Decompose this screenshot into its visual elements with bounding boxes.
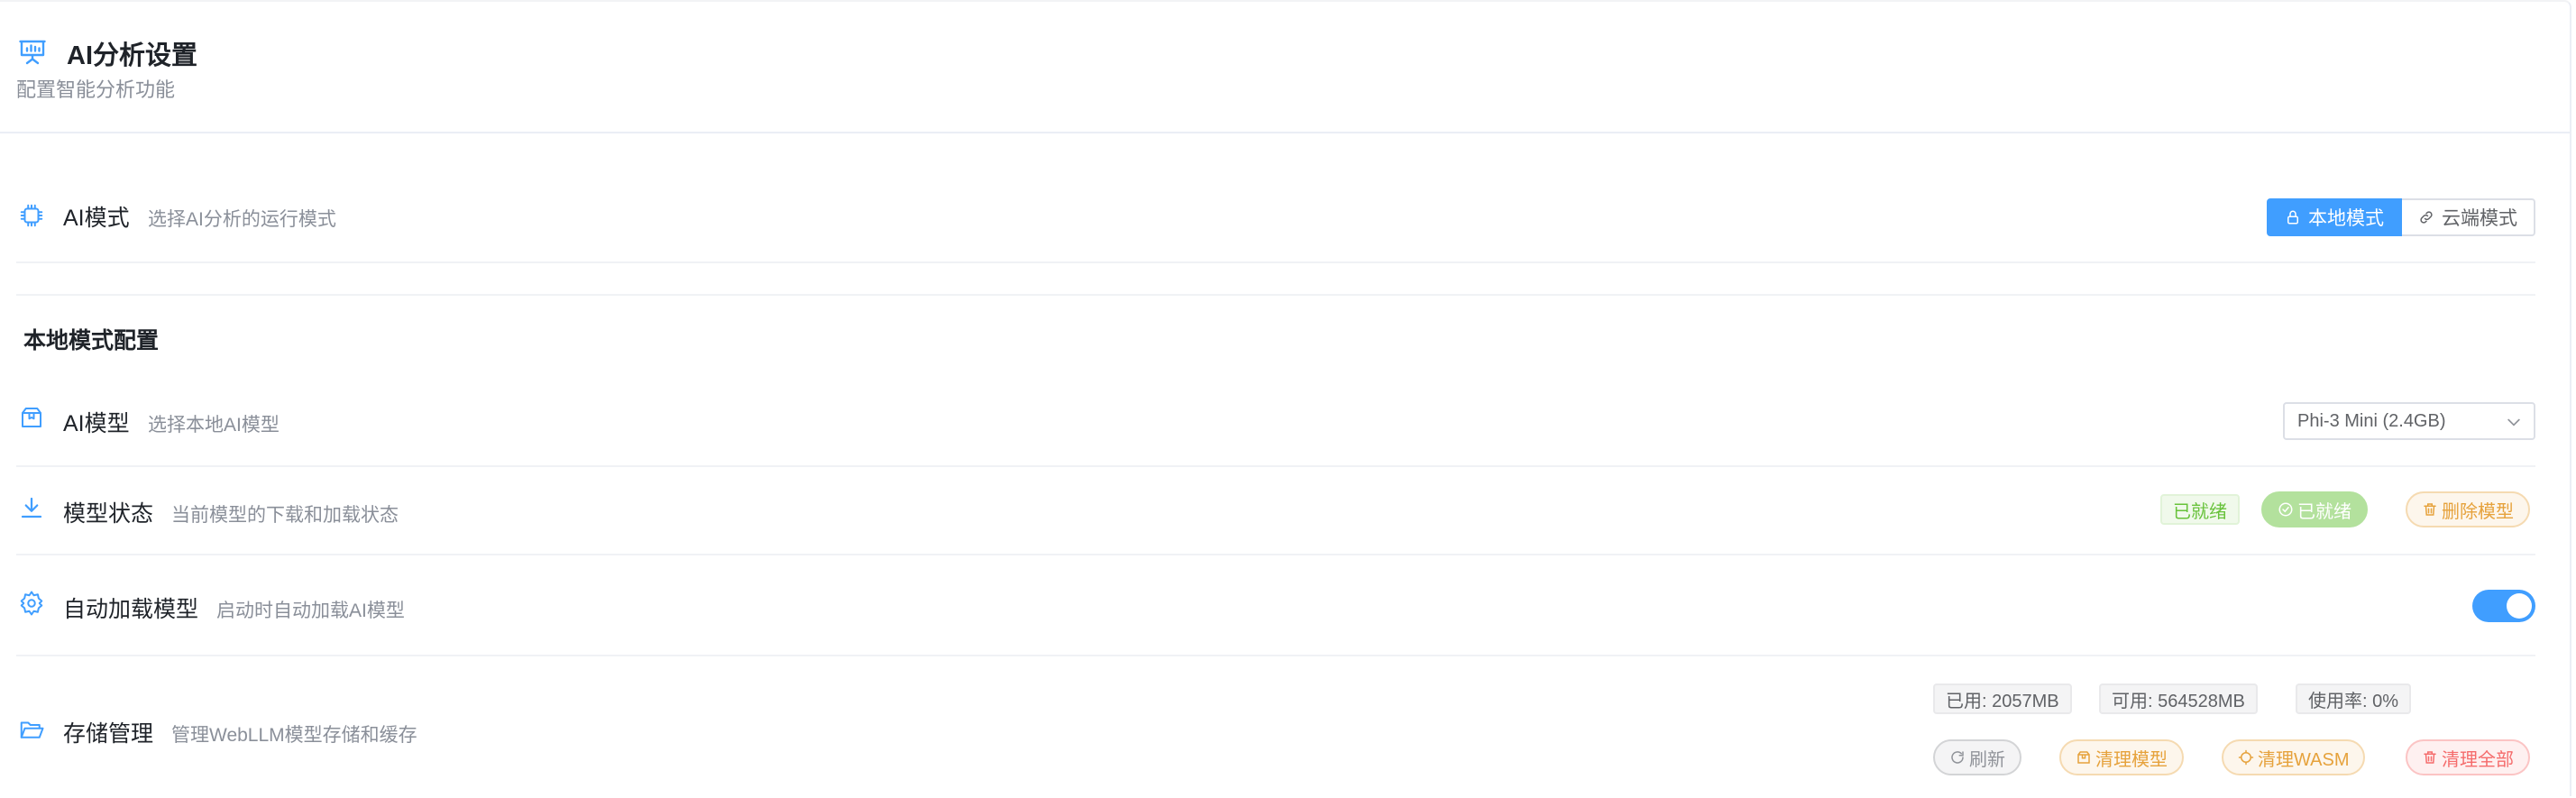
ai-mode-desc: 选择AI分析的运行模式 xyxy=(148,209,336,230)
ai-model-row: AI模型 选择本地AI模型 Phi-3 Mini (2.4GB) xyxy=(16,381,2535,467)
ai-mode-title: AI模式 xyxy=(63,206,130,231)
refresh-button[interactable]: 刷新 xyxy=(1933,739,2021,775)
clear-all-label: 清理全部 xyxy=(2442,749,2514,770)
page-subtitle: 配置智能分析功能 xyxy=(16,78,176,101)
model-status-title: 模型状态 xyxy=(63,501,154,527)
link-icon xyxy=(2420,211,2433,224)
ai-model-title: AI模型 xyxy=(63,411,130,436)
ai-mode-row: AI模式 选择AI分析的运行模式 本地模式 云端模式 xyxy=(16,173,2535,263)
check-circle-icon xyxy=(2278,502,2293,517)
ai-model-desc: 选择本地AI模型 xyxy=(148,415,280,436)
clear-all-button[interactable]: 清理全部 xyxy=(2406,739,2530,775)
cloud-mode-button[interactable]: 云端模式 xyxy=(2402,198,2535,236)
storage-usage: 使用率: 0% xyxy=(2296,683,2412,714)
auto-load-title: 自动加载模型 xyxy=(63,597,199,622)
refresh-label: 刷新 xyxy=(1969,749,2005,770)
box-icon xyxy=(22,408,41,427)
local-mode-button[interactable]: 本地模式 xyxy=(2267,198,2402,236)
clear-models-label: 清理模型 xyxy=(2095,749,2168,770)
switch-knob xyxy=(2507,593,2532,619)
model-ready-label: 已就绪 xyxy=(2297,501,2351,522)
storage-row: 存储管理 管理WebLLM模型存储和缓存 已用: 2057MB 可用: 5645… xyxy=(16,656,2535,798)
ai-mode-toggle: 本地模式 云端模式 xyxy=(2267,198,2535,236)
section-divider xyxy=(16,294,2535,296)
delete-model-button[interactable]: 删除模型 xyxy=(2406,491,2530,527)
ai-settings-card: AI分析设置 配置智能分析功能 AI模式 选择AI分析的运行模式 本地模式 云端… xyxy=(0,0,2571,796)
cloud-mode-label: 云端模式 xyxy=(2442,208,2517,229)
box-icon xyxy=(2077,751,2090,764)
local-section-title: 本地模式配置 xyxy=(23,328,160,353)
clear-wasm-label: 清理WASM xyxy=(2258,749,2350,770)
page-title: AI分析设置 xyxy=(67,41,198,70)
local-mode-label: 本地模式 xyxy=(2308,208,2384,229)
auto-load-row: 自动加载模型 启动时自动加载AI模型 xyxy=(16,555,2535,656)
clear-models-button[interactable]: 清理模型 xyxy=(2059,739,2184,775)
gear-icon xyxy=(20,591,43,616)
presentation-chart-icon xyxy=(19,40,46,65)
auto-load-desc: 启动时自动加载AI模型 xyxy=(216,601,405,621)
storage-title: 存储管理 xyxy=(63,721,154,747)
lock-icon xyxy=(2287,210,2298,225)
download-icon xyxy=(21,497,42,518)
refresh-icon xyxy=(1951,751,1964,764)
model-ready-button[interactable]: 已就绪 xyxy=(2261,491,2368,527)
model-status-tag: 已就绪 xyxy=(2160,494,2240,525)
chevron-down-icon xyxy=(2507,418,2520,427)
cpu-chip-icon xyxy=(2238,749,2254,766)
model-status-row: 模型状态 当前模型的下载和加载状态 已就绪 已就绪 删除模型 xyxy=(16,467,2535,555)
trash-icon xyxy=(2424,751,2436,764)
settings-header: AI分析设置 配置智能分析功能 xyxy=(0,2,2571,133)
model-status-desc: 当前模型的下载和加载状态 xyxy=(171,505,399,526)
storage-available: 可用: 564528MB xyxy=(2099,683,2258,714)
ai-model-selected: Phi-3 Mini (2.4GB) xyxy=(2297,410,2446,431)
storage-used: 已用: 2057MB xyxy=(1933,683,2072,714)
cpu-chip-icon xyxy=(20,204,43,227)
clear-wasm-button[interactable]: 清理WASM xyxy=(2222,739,2366,775)
delete-model-label: 删除模型 xyxy=(2442,501,2514,522)
ai-model-select[interactable]: Phi-3 Mini (2.4GB) xyxy=(2283,402,2535,440)
storage-desc: 管理WebLLM模型存储和缓存 xyxy=(171,725,417,746)
auto-load-switch[interactable] xyxy=(2472,590,2535,622)
trash-icon xyxy=(2424,503,2436,516)
folder-open-icon xyxy=(20,721,44,738)
